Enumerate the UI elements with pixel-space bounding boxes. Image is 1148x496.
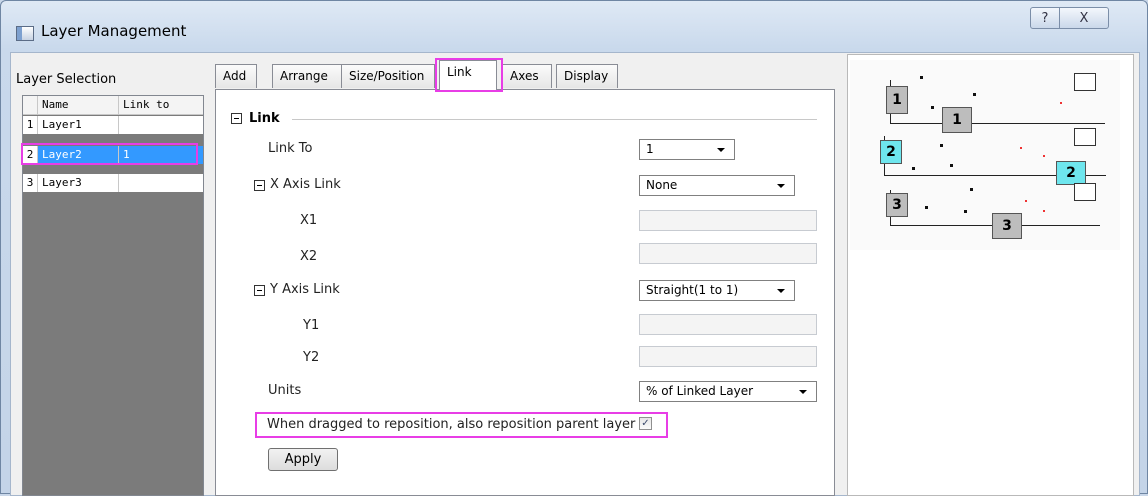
x2-field[interactable] bbox=[639, 243, 817, 264]
apply-button[interactable]: Apply bbox=[268, 448, 338, 471]
layer-name-cell[interactable]: Layer3 bbox=[38, 174, 119, 192]
window-title: Layer Management bbox=[41, 22, 187, 40]
data-point bbox=[970, 188, 973, 191]
tab-add[interactable]: Add bbox=[215, 64, 257, 88]
data-point bbox=[1025, 200, 1027, 202]
link-to-value: 1 bbox=[646, 142, 654, 156]
layer-selection-label: Layer Selection bbox=[16, 72, 117, 87]
help-button[interactable]: ? bbox=[1030, 7, 1060, 29]
data-point bbox=[964, 210, 967, 213]
y1-label: Y1 bbox=[303, 318, 320, 333]
y-axis-link-value: Straight(1 to 1) bbox=[646, 283, 739, 297]
title-bar: Layer Management ? X bbox=[1, 1, 1147, 51]
chevron-down-icon bbox=[777, 184, 785, 188]
units-dropdown[interactable]: % of Linked Layer bbox=[639, 381, 817, 402]
link-to-dropdown[interactable]: 1 bbox=[639, 139, 735, 160]
data-point bbox=[912, 167, 915, 170]
x1-label: X1 bbox=[300, 213, 318, 228]
data-point bbox=[925, 206, 928, 209]
y-axis-link-label: Y Axis Link bbox=[270, 282, 340, 297]
active-tab-highlight bbox=[435, 58, 503, 92]
column-header-name[interactable]: Name bbox=[38, 96, 119, 114]
data-point bbox=[1043, 210, 1045, 212]
collapse-y-axis-icon[interactable] bbox=[254, 285, 265, 296]
grid-header-corner bbox=[23, 96, 38, 114]
column-header-link-to[interactable]: Link to bbox=[119, 96, 203, 114]
chevron-down-icon bbox=[777, 289, 785, 293]
layer-row-1[interactable]: 1 Layer1 bbox=[23, 116, 203, 134]
layer-row-3[interactable]: 3 Layer3 bbox=[23, 174, 203, 192]
y2-field[interactable] bbox=[639, 346, 817, 367]
data-point bbox=[950, 164, 953, 167]
section-divider bbox=[292, 119, 817, 120]
x-axis-link-value: None bbox=[646, 178, 678, 192]
layer1-legend bbox=[1074, 73, 1096, 91]
layer2-legend bbox=[1074, 128, 1096, 146]
y2-label: Y2 bbox=[303, 350, 320, 365]
close-button[interactable]: X bbox=[1059, 7, 1109, 29]
layer3-badge[interactable]: 3 bbox=[992, 213, 1022, 239]
row-index: 3 bbox=[23, 174, 38, 192]
selected-row-highlight bbox=[21, 143, 198, 165]
layer1-x-axis bbox=[890, 123, 1105, 124]
data-point bbox=[1043, 155, 1045, 157]
x2-label: X2 bbox=[300, 249, 318, 264]
layer1-badge[interactable]: 1 bbox=[942, 107, 972, 133]
layer-preview-graph: 1 1 2 2 3 3 bbox=[850, 60, 1120, 250]
row-index: 1 bbox=[23, 116, 38, 134]
layer3-badge[interactable]: 3 bbox=[886, 193, 908, 217]
reposition-option-highlight bbox=[255, 412, 668, 438]
link-to-label: Link To bbox=[268, 141, 313, 156]
y1-field[interactable] bbox=[639, 314, 817, 335]
layer3-legend bbox=[1074, 183, 1096, 201]
data-point bbox=[1060, 102, 1062, 104]
x1-field[interactable] bbox=[639, 210, 817, 231]
x-axis-link-label: X Axis Link bbox=[270, 177, 341, 192]
link-to-cell[interactable] bbox=[119, 174, 203, 192]
layer2-badge[interactable]: 2 bbox=[1056, 161, 1086, 185]
chevron-down-icon bbox=[717, 148, 725, 152]
layer1-badge[interactable]: 1 bbox=[886, 86, 908, 114]
collapse-link-icon[interactable] bbox=[231, 113, 242, 124]
data-point bbox=[940, 144, 943, 147]
layer2-badge[interactable]: 2 bbox=[880, 140, 902, 164]
tab-size-position[interactable]: Size/Position bbox=[341, 64, 435, 88]
x-axis-link-dropdown[interactable]: None bbox=[639, 175, 795, 196]
y-axis-link-dropdown[interactable]: Straight(1 to 1) bbox=[639, 280, 795, 301]
link-to-cell[interactable] bbox=[119, 116, 203, 134]
chevron-down-icon bbox=[799, 390, 807, 394]
data-point bbox=[1020, 147, 1022, 149]
tab-arrange[interactable]: Arrange bbox=[272, 64, 342, 88]
units-label: Units bbox=[268, 383, 302, 398]
link-section-title: Link bbox=[249, 111, 280, 126]
data-point bbox=[931, 106, 934, 109]
grid-header: Name Link to bbox=[23, 96, 203, 115]
collapse-x-axis-icon[interactable] bbox=[254, 180, 265, 191]
units-value: % of Linked Layer bbox=[646, 384, 754, 398]
window-app-icon bbox=[16, 26, 34, 41]
tab-display[interactable]: Display bbox=[556, 64, 618, 88]
data-point bbox=[920, 76, 923, 79]
layer-name-cell[interactable]: Layer1 bbox=[38, 116, 119, 134]
tab-axes[interactable]: Axes bbox=[502, 64, 552, 88]
data-point bbox=[973, 93, 976, 96]
